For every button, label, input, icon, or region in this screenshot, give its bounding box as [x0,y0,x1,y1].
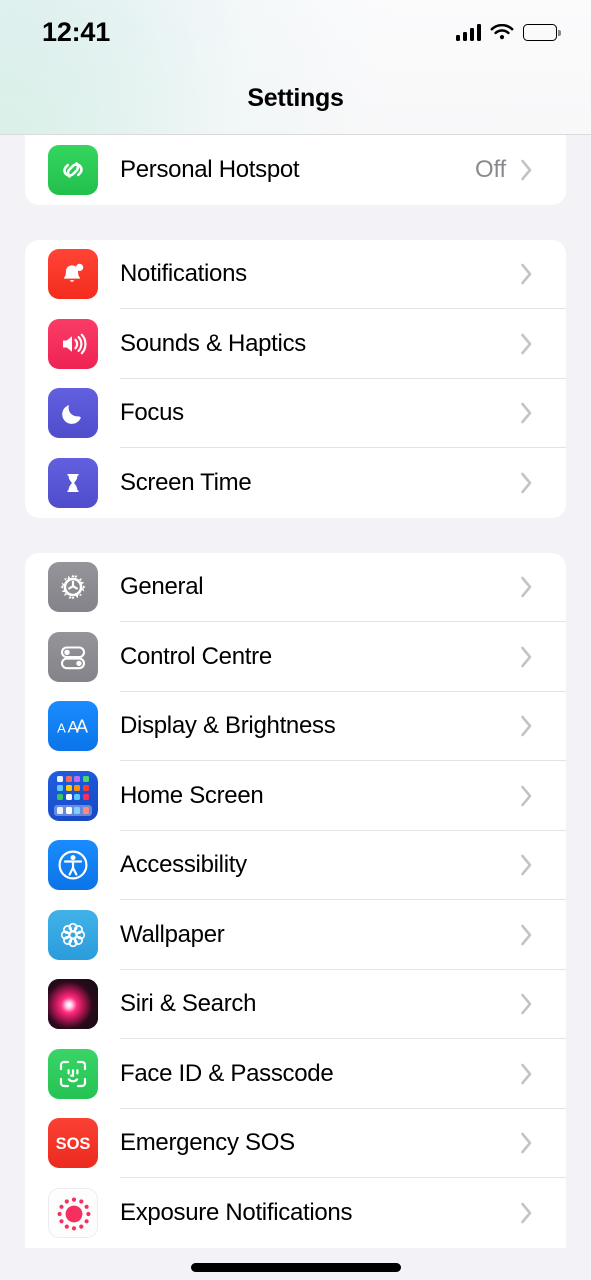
chevron-right-icon [520,158,534,182]
row-label: Emergency SOS [120,1129,295,1157]
row-label: Siri & Search [120,990,257,1018]
row-label: Control Centre [120,642,272,670]
row-label: Display & Brightness [120,712,336,740]
chevron-right-icon [520,645,534,669]
row-screen-time[interactable]: Screen Time [25,448,566,518]
status-and-nav-header: 12:41 Settings [0,0,591,135]
row-face-id-passcode[interactable]: Face ID & Passcode [25,1039,566,1109]
row-wallpaper[interactable]: Wallpaper [25,900,566,970]
chevron-right-icon [520,714,534,738]
row-label: Exposure Notifications [120,1198,353,1226]
notifications-bell-icon [48,249,98,300]
chevron-right-icon [520,332,534,356]
siri-orb-icon [48,979,98,1030]
row-label: Home Screen [120,781,264,809]
row-label: Screen Time [120,468,252,496]
chevron-right-icon [520,262,534,286]
row-control-centre[interactable]: Control Centre [25,622,566,692]
row-label: Focus [120,399,184,427]
chevron-right-icon [520,1062,534,1086]
settings-group-notifications: Notifications Sounds & Haptics Focus Scr… [25,239,566,518]
cellular-bars-icon [455,24,481,41]
row-exposure-notifications[interactable]: Exposure Notifications [25,1178,566,1248]
settings-list-scroll-area[interactable]: Personal Hotspot Off Notifications Sound… [0,135,591,1280]
screen-time-hourglass-icon [48,457,98,508]
row-siri-search[interactable]: Siri & Search [25,970,566,1039]
row-emergency-sos[interactable]: SOS Emergency SOS [25,1109,566,1178]
row-home-screen[interactable]: Home Screen [25,761,566,831]
row-label: Personal Hotspot [120,155,300,183]
control-centre-toggles-icon [48,631,98,682]
status-bar-clock: 12:41 [42,16,111,47]
chevron-right-icon [520,853,534,877]
row-label: General [120,573,204,601]
row-display-brightness[interactable]: A A A Display & Brightness [25,692,566,761]
svg-text:SOS: SOS [56,1135,91,1153]
chevron-right-icon [520,923,534,947]
chevron-right-icon [520,784,534,808]
home-screen-grid-icon [48,770,98,821]
face-id-icon [48,1048,98,1099]
chevron-right-icon [520,471,534,495]
chevron-right-icon [520,1131,534,1155]
status-bar-indicators [455,23,561,42]
exposure-notifications-icon [48,1187,98,1238]
focus-moon-icon [48,388,98,439]
home-indicator-bar[interactable] [190,1263,401,1272]
row-label: Accessibility [120,851,247,879]
chevron-right-icon [520,575,534,599]
display-brightness-aa-icon: A A A [48,701,98,752]
accessibility-person-icon [48,840,98,891]
settings-group-general: General Control Centre A A A Display & B… [25,552,566,1248]
row-sounds-haptics[interactable]: Sounds & Haptics [25,309,566,379]
row-notifications[interactable]: Notifications [25,240,566,309]
settings-group-hotspot: Personal Hotspot Off [25,135,566,205]
page-title: Settings [247,84,344,112]
emergency-sos-icon: SOS [48,1118,98,1169]
svg-text:A: A [76,717,88,737]
sounds-speaker-icon [48,318,98,369]
svg-text:A: A [57,721,66,736]
status-bar: 12:41 [0,0,591,60]
row-label: Sounds & Haptics [120,329,306,357]
battery-icon [523,24,561,41]
row-label: Wallpaper [120,920,225,948]
row-focus[interactable]: Focus [25,379,566,448]
wallpaper-flower-icon [48,909,98,960]
row-accessibility[interactable]: Accessibility [25,831,566,900]
row-label: Notifications [120,260,247,288]
row-label: Face ID & Passcode [120,1059,334,1087]
personal-hotspot-icon [48,144,98,195]
general-gear-icon [48,562,98,613]
wifi-icon [490,23,514,42]
chevron-right-icon [520,992,534,1016]
row-general[interactable]: General [25,553,566,622]
row-value: Off [475,155,506,183]
row-personal-hotspot[interactable]: Personal Hotspot Off [25,135,566,205]
chevron-right-icon [520,401,534,425]
chevron-right-icon [520,1201,534,1225]
